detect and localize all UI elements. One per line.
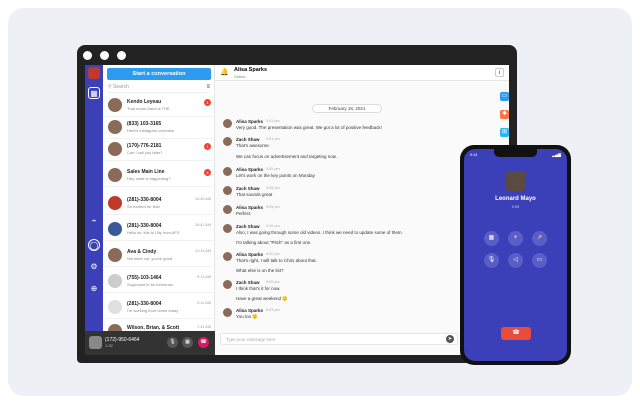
avatar xyxy=(108,142,122,156)
message-text: I'm talking about "Pitch" as a first one… xyxy=(236,240,312,245)
list-item[interactable]: (755)-103-1464 Supposed to be tomorrow. 9:… xyxy=(105,271,213,293)
phone-clock: 9:41 xyxy=(470,152,478,157)
avatar xyxy=(223,308,232,317)
avatar xyxy=(108,274,122,288)
bell-icon[interactable]: 🔔 xyxy=(220,68,229,76)
avatar xyxy=(223,205,232,214)
voicemail-icon[interactable]: ⌁ xyxy=(88,215,100,227)
message-text: What else is on the list? xyxy=(236,268,284,273)
phone-notch xyxy=(494,149,537,157)
transfer-icon[interactable]: ↗ xyxy=(532,231,547,246)
conversation-list: Start a conversation ⚲ Search ≡ Kendo Le… xyxy=(103,65,215,355)
app-window: ▦ ⌁ ◯ ⚙ ⊕ Start a conversation ⚲ Search … xyxy=(77,45,517,363)
avatar xyxy=(223,224,232,233)
integration-icon[interactable]: ⊞ xyxy=(500,128,509,137)
avatar xyxy=(108,168,122,182)
avatar xyxy=(223,167,232,176)
speaker-icon[interactable]: ◁ xyxy=(508,253,523,268)
list-item[interactable]: (281)-330-8004 I'm working from home toda… xyxy=(105,297,213,319)
hangup-button[interactable]: ☎ xyxy=(501,327,531,340)
list-item[interactable]: (281)-330-8004 So excited for this! 10:30 … xyxy=(105,193,213,215)
unread-badge: 4 xyxy=(204,169,211,176)
filter-icon[interactable]: ≡ xyxy=(206,84,210,90)
phone-device: 9:41 ▂▄▆ Leonard Mayo 0:09 ▦ + ↗ 🎙 ◁ ▭ ☎ xyxy=(460,145,571,365)
list-item[interactable]: Ava & Cindy We went out, you're good 10:11… xyxy=(105,245,213,267)
avatar xyxy=(223,280,232,289)
avatar xyxy=(223,186,232,195)
caller-avatar xyxy=(506,171,526,191)
list-item[interactable]: (833) 103-3165 Here's instagram overview xyxy=(105,117,213,139)
list-item[interactable]: (281)-330-8004 Hello sir, this is Lilly f… xyxy=(105,219,213,241)
list-item[interactable]: Kendo Leyeau That music band is THE 1 xyxy=(105,95,213,117)
settings-icon[interactable]: ⚙ xyxy=(88,261,100,273)
add-call-icon[interactable]: + xyxy=(508,231,523,246)
unread-badge: 1 xyxy=(204,143,211,150)
list-item[interactable]: (170)-776-2181 Can I call you later? 1 xyxy=(105,139,213,161)
caller-name: Leonard Mayo xyxy=(495,196,536,202)
search-input[interactable]: ⚲ Search ≡ xyxy=(108,84,210,93)
user-avatar[interactable] xyxy=(88,67,100,79)
window-controls xyxy=(83,51,126,60)
avatar xyxy=(108,222,122,236)
message-input[interactable]: Type your message here xyxy=(220,333,458,345)
avatar xyxy=(108,300,122,314)
message-icon[interactable]: ▭ xyxy=(532,253,547,268)
active-call-bar: (172)-950-6464 1:32 🎙 ▦ ☎ xyxy=(85,331,215,355)
start-conversation-button[interactable]: Start a conversation xyxy=(107,68,211,80)
mute-icon[interactable]: 🎙 xyxy=(167,337,178,348)
info-icon[interactable]: i xyxy=(495,68,504,77)
call-timer: 0:09 xyxy=(511,205,520,209)
unread-badge: 1 xyxy=(204,99,211,106)
date-divider: February 18, 2021 xyxy=(312,104,382,113)
hubspot-icon[interactable]: ✱ xyxy=(500,110,509,119)
signal-icon: ▂▄▆ xyxy=(552,152,561,157)
hangup-button[interactable]: ☎ xyxy=(198,337,209,348)
phone-call-screen: 9:41 ▂▄▆ Leonard Mayo 0:09 ▦ + ↗ 🎙 ◁ ▭ ☎ xyxy=(464,149,567,361)
send-icon[interactable]: ➤ xyxy=(446,335,454,343)
window-dot[interactable] xyxy=(100,51,109,60)
avatar xyxy=(108,248,122,262)
avatar xyxy=(223,252,232,261)
app-screen: ▦ ⌁ ◯ ⚙ ⊕ Start a conversation ⚲ Search … xyxy=(85,65,509,355)
apps-icon[interactable]: ⊕ xyxy=(88,283,100,295)
keypad-icon[interactable]: ▦ xyxy=(484,231,499,246)
avatar xyxy=(108,120,122,134)
keypad-icon[interactable]: ▦ xyxy=(88,87,100,99)
chat-app-icon[interactable]: ▭ xyxy=(500,92,509,101)
window-dot[interactable] xyxy=(117,51,126,60)
message-text: Have a great weekend 🙂 xyxy=(236,296,288,301)
messages-icon[interactable]: ◯ xyxy=(88,239,100,251)
avatar xyxy=(108,98,122,112)
list-item[interactable]: Sales Main Line Hey, what is happening? 4 xyxy=(105,165,213,187)
caller-avatar xyxy=(89,336,102,349)
window-dot[interactable] xyxy=(83,51,92,60)
avatar xyxy=(223,137,232,146)
chat-header: 🔔 Alisa Sparks Online i xyxy=(215,65,509,81)
keypad-icon[interactable]: ▦ xyxy=(182,337,193,348)
message-text: We can focus on advertisement and target… xyxy=(236,154,337,159)
avatar xyxy=(108,196,122,210)
avatar xyxy=(223,119,232,128)
mute-icon[interactable]: 🎙 xyxy=(484,253,499,268)
nav-rail: ▦ ⌁ ◯ ⚙ ⊕ xyxy=(85,65,103,355)
